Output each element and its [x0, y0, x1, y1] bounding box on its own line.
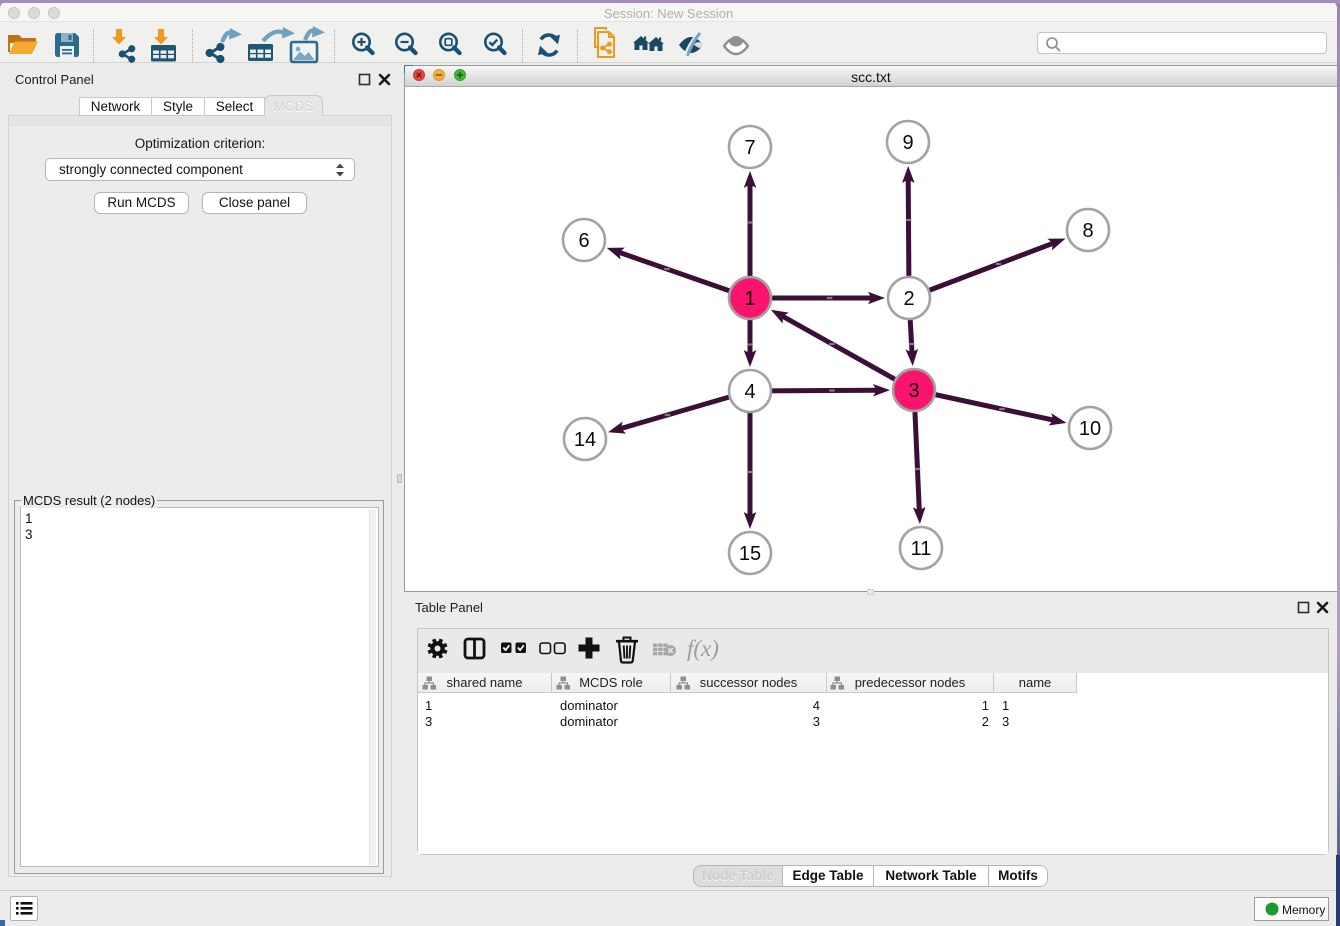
svg-text:1: 1: [744, 288, 755, 310]
svg-text:8: 8: [1082, 220, 1093, 242]
svg-text:2: 2: [903, 288, 914, 310]
svg-text:14: 14: [574, 429, 596, 451]
svg-text:10: 10: [1079, 418, 1101, 440]
svg-text:9: 9: [902, 132, 913, 154]
svg-text:6: 6: [578, 230, 589, 252]
svg-text:11: 11: [911, 538, 932, 560]
svg-text:15: 15: [739, 543, 761, 565]
svg-text:3: 3: [908, 380, 919, 402]
svg-text:f(x): f(x): [687, 636, 719, 661]
svg-text:4: 4: [744, 381, 755, 403]
svg-text:7: 7: [744, 137, 755, 159]
